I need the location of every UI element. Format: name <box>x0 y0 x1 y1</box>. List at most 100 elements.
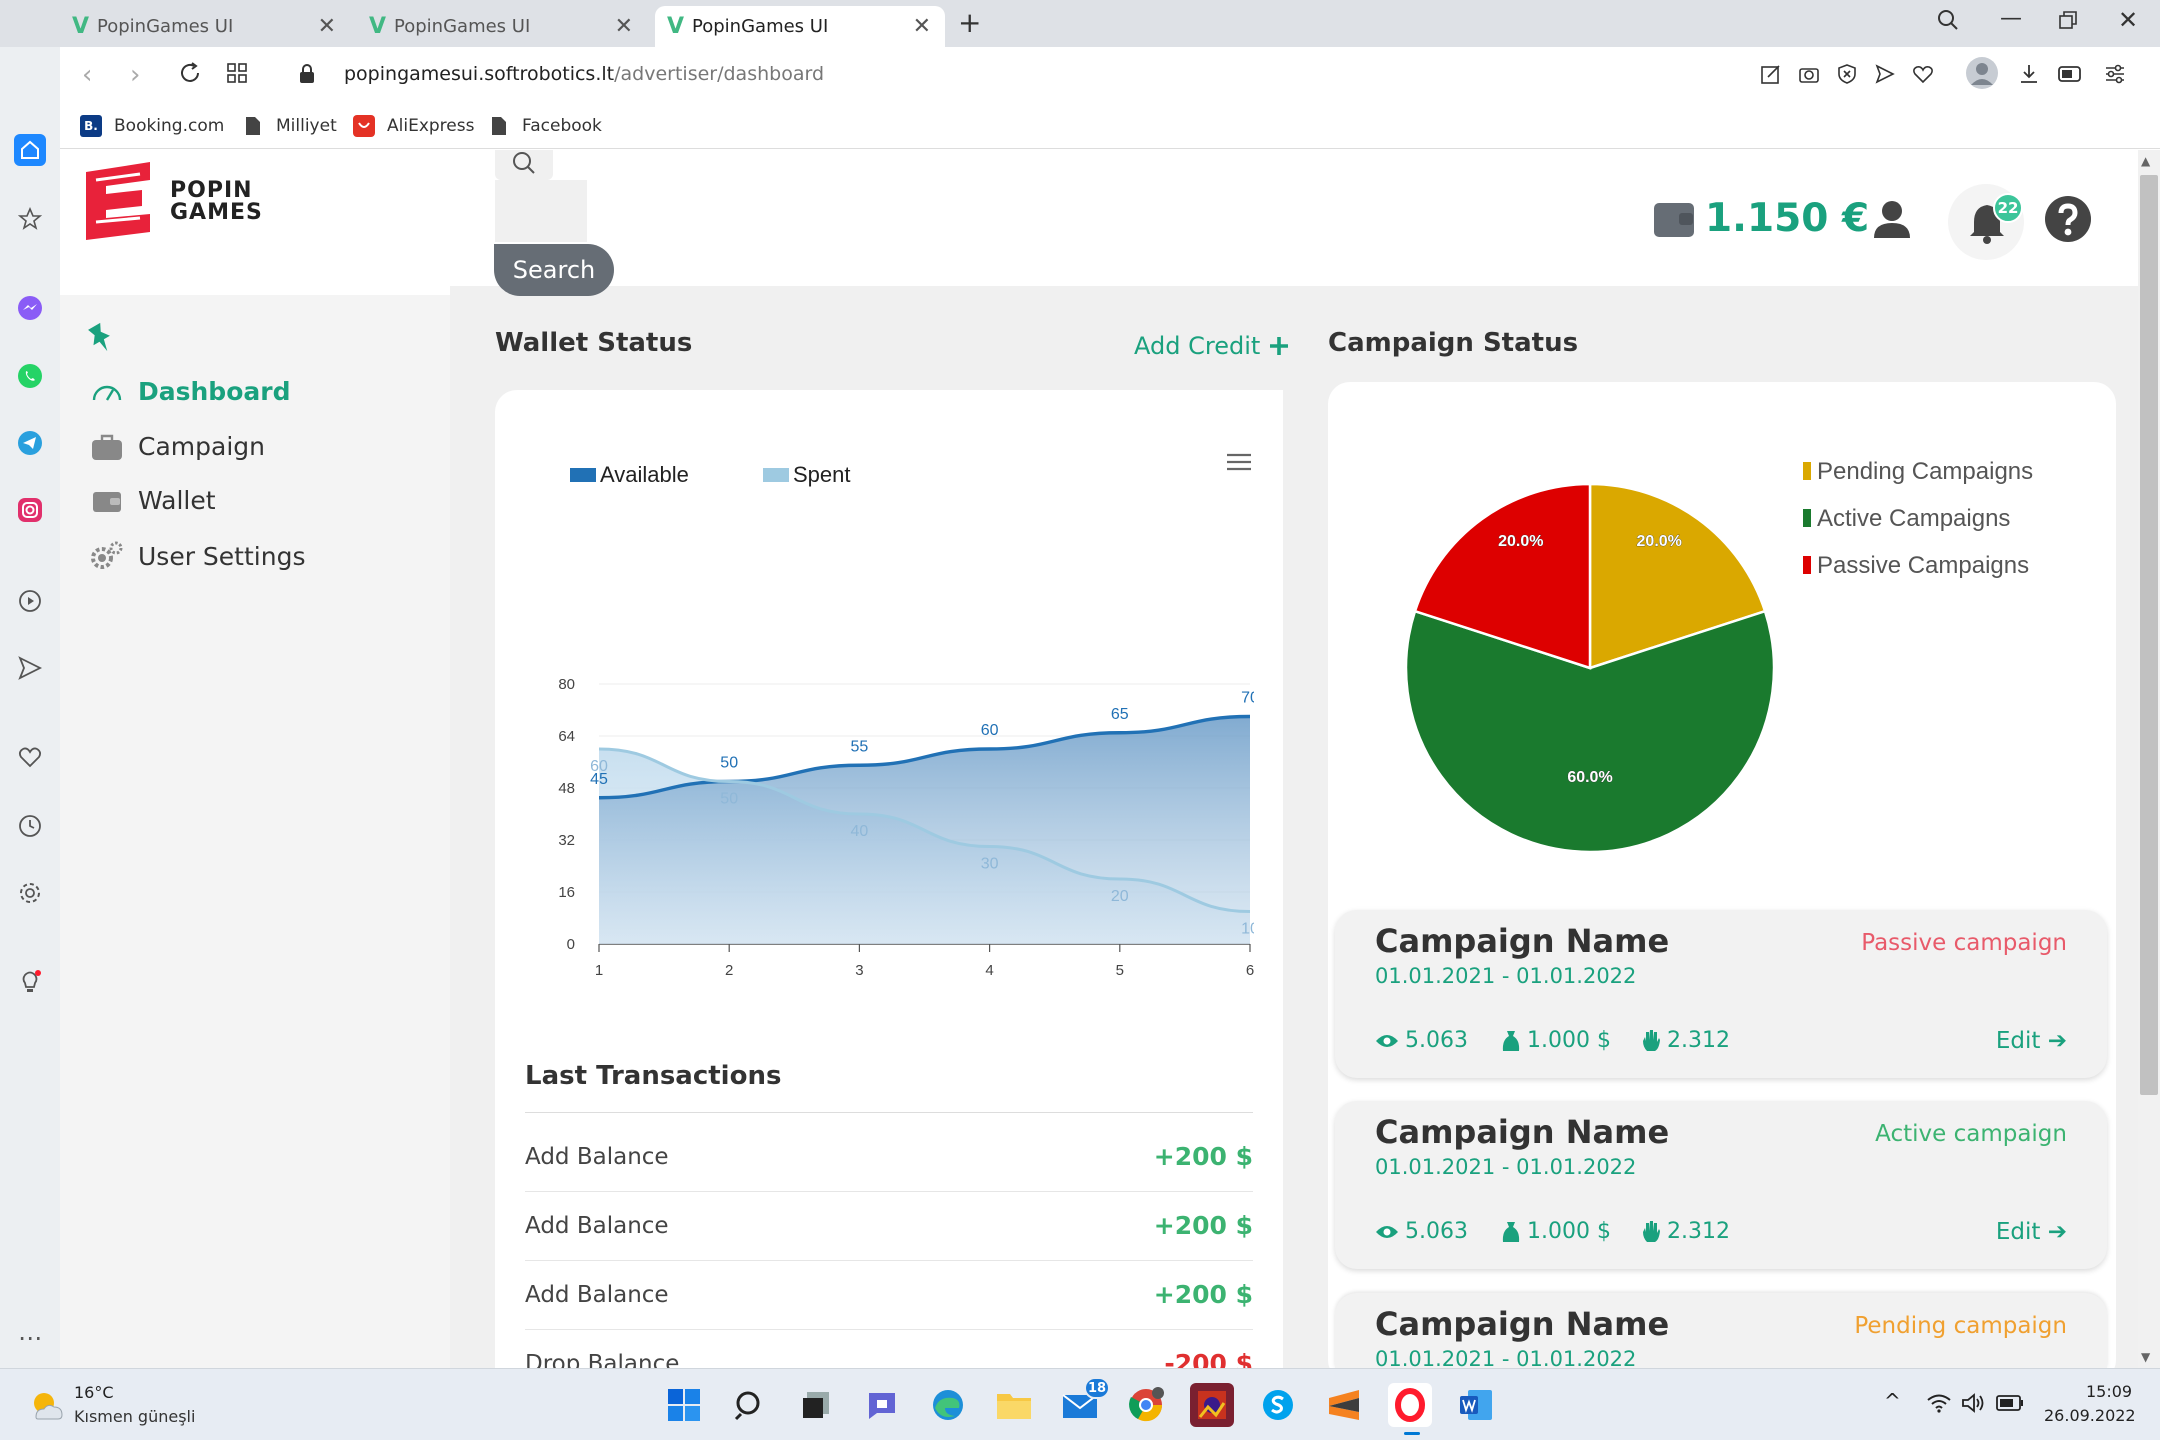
edit-share-icon[interactable] <box>1760 63 1782 85</box>
adblock-shield-icon[interactable] <box>1836 63 1858 85</box>
wifi-icon[interactable] <box>1926 1393 1952 1417</box>
bookmarks-bar: B. Booking.com Milliyet AliExpress Faceb… <box>60 105 2160 149</box>
messenger-icon[interactable] <box>14 292 46 324</box>
close-window-icon[interactable]: ✕ <box>2118 6 2138 34</box>
arrow-right-icon: ➔ <box>2047 1219 2067 1245</box>
opera-taskbar-icon[interactable] <box>1388 1383 1432 1427</box>
add-credit-button[interactable]: Add Credit <box>1134 332 1290 360</box>
tray-chevron-icon[interactable]: ^ <box>1884 1389 1901 1413</box>
player-icon[interactable] <box>14 585 46 617</box>
profile-avatar-icon[interactable] <box>1966 57 1998 89</box>
weather-desc[interactable]: Kısmen güneşli <box>74 1407 195 1426</box>
easy-setup-icon[interactable] <box>2104 63 2126 89</box>
word-icon[interactable] <box>1454 1383 1498 1427</box>
file-explorer-icon[interactable] <box>992 1383 1036 1427</box>
more-icon[interactable]: ⋯ <box>14 1322 46 1354</box>
tab-search-icon[interactable] <box>1936 8 1960 36</box>
campaign-card[interactable]: Campaign Name 01.01.2021 - 01.01.2022 Pe… <box>1335 1293 2107 1368</box>
battery-icon[interactable] <box>1996 1395 2024 1415</box>
url-field[interactable]: popingamesui.softrobotics.lt/advertiser/… <box>344 63 824 85</box>
clock-time[interactable]: 15:09 <box>2086 1382 2132 1401</box>
campaign-card[interactable]: Campaign Name 01.01.2021 - 01.01.2022 Ac… <box>1335 1101 2107 1269</box>
home-icon[interactable] <box>14 134 46 166</box>
task-view-icon[interactable] <box>794 1383 838 1427</box>
transaction-amount: +200 $ <box>1153 1142 1253 1171</box>
minimize-icon[interactable]: — <box>2000 6 2022 31</box>
taskbar-search-icon[interactable] <box>728 1383 772 1427</box>
scrollbar-thumb[interactable] <box>2140 175 2158 1095</box>
search-input[interactable] <box>495 180 587 242</box>
sidebar-item-user-settings[interactable]: User Settings <box>90 540 305 572</box>
flow-send-icon[interactable] <box>14 652 46 684</box>
bookmark-facebook[interactable]: Facebook <box>488 115 602 137</box>
mail-icon[interactable]: 18 <box>1058 1377 1110 1427</box>
battery-saver-icon[interactable] <box>2058 65 2084 87</box>
windows-start-icon[interactable] <box>662 1383 706 1427</box>
close-tab-icon[interactable]: ✕ <box>615 14 633 39</box>
whatsapp-icon[interactable] <box>14 360 46 392</box>
chart-menu-icon[interactable] <box>1226 452 1252 476</box>
data-label: 30 <box>981 856 999 873</box>
tab[interactable]: V PopinGames UI ✕ <box>357 6 647 47</box>
skype-icon[interactable] <box>1256 1383 1300 1427</box>
notification-button[interactable]: 22 <box>1948 184 2024 260</box>
campaign-status-label: Passive campaign <box>1861 930 2067 956</box>
reload-icon[interactable] <box>178 61 202 89</box>
close-tab-icon[interactable]: ✕ <box>913 14 931 39</box>
hand-icon <box>1643 1029 1660 1051</box>
search-icon-box[interactable] <box>495 150 553 180</box>
back-icon[interactable]: ‹ <box>82 60 92 90</box>
bookmark-label: Facebook <box>522 116 602 136</box>
wallet-icon <box>90 489 124 513</box>
sidebar-item-dashboard[interactable]: Dashboard <box>90 377 290 406</box>
bookmark-booking[interactable]: B. Booking.com <box>80 115 224 137</box>
bookmark-aliexpress[interactable]: AliExpress <box>353 115 474 137</box>
edit-campaign-button[interactable]: Edit ➔ <box>1996 1028 2067 1054</box>
send-icon[interactable] <box>1874 63 1896 85</box>
sublime-text-icon[interactable] <box>1322 1383 1366 1427</box>
bookmark-milliyet[interactable]: Milliyet <box>242 115 337 137</box>
heart-icon[interactable] <box>14 741 46 773</box>
edge-browser-icon[interactable] <box>926 1383 970 1427</box>
download-icon[interactable] <box>2018 63 2040 89</box>
volume-icon[interactable] <box>1961 1393 1985 1417</box>
new-tab-icon[interactable]: + <box>958 6 981 39</box>
scroll-down-icon[interactable]: ▼ <box>2141 1350 2150 1364</box>
snapshot-camera-icon[interactable] <box>1798 63 1820 85</box>
telegram-icon[interactable] <box>14 427 46 459</box>
campaign-card[interactable]: Campaign Name 01.01.2021 - 01.01.2022 Pa… <box>1335 910 2107 1078</box>
wallet-header-icon[interactable] <box>1653 199 1695 243</box>
forward-icon[interactable]: › <box>130 60 140 90</box>
history-icon[interactable] <box>14 810 46 842</box>
weather-sun-icon[interactable] <box>28 1389 66 1425</box>
clock-date[interactable]: 26.09.2022 <box>2044 1406 2136 1425</box>
chrome-icon[interactable] <box>1124 1383 1168 1427</box>
teams-chat-icon[interactable] <box>860 1383 904 1427</box>
tabs-grid-icon[interactable] <box>226 62 248 88</box>
transaction-row: Add Balance +200 $ <box>525 1193 1253 1261</box>
sidebar-item-wallet[interactable]: Wallet <box>90 486 216 515</box>
edit-campaign-button[interactable]: Edit ➔ <box>1996 1219 2067 1245</box>
speed-dial-icon[interactable] <box>14 203 46 235</box>
tab[interactable]: V PopinGames UI ✕ <box>60 6 350 47</box>
lock-icon[interactable] <box>298 63 316 89</box>
user-icon[interactable] <box>1873 199 1911 243</box>
search-button[interactable]: Search <box>494 244 614 296</box>
popin-games-logo-icon[interactable] <box>82 160 154 246</box>
budget-value: 1.000 $ <box>1527 1028 1611 1053</box>
restore-icon[interactable] <box>2058 10 2078 34</box>
help-icon[interactable] <box>2044 195 2092 247</box>
tab-active[interactable]: V PopinGames UI ✕ <box>655 6 945 47</box>
weather-temp[interactable]: 16°C <box>74 1383 114 1402</box>
scroll-up-icon[interactable]: ▲ <box>2141 154 2150 168</box>
instagram-icon[interactable] <box>14 494 46 526</box>
settings-gear-icon[interactable] <box>14 877 46 909</box>
pin-icon[interactable] <box>88 322 116 358</box>
lightbulb-icon[interactable] <box>14 966 46 998</box>
bookmark-heart-icon[interactable] <box>1912 63 1934 85</box>
vue-logo-icon: V <box>72 13 90 39</box>
legend-swatch <box>763 468 789 482</box>
game-app-icon[interactable] <box>1190 1383 1234 1427</box>
sidebar-item-campaign[interactable]: Campaign <box>90 432 265 461</box>
close-tab-icon[interactable]: ✕ <box>318 14 336 39</box>
